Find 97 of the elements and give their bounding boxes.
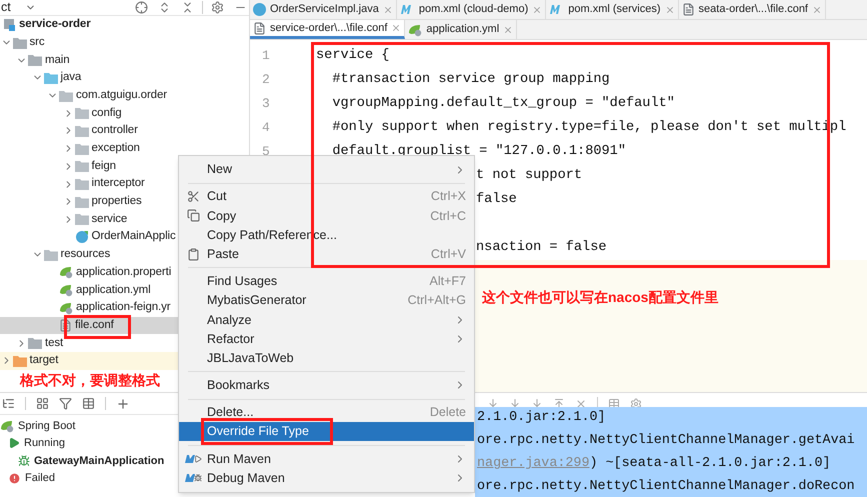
line-number: 5	[261, 143, 271, 162]
close-icon[interactable]	[382, 4, 393, 14]
annotation-text: 这个文件也可以写在nacos配置文件里	[482, 290, 720, 304]
shortcut-label: Delete	[430, 404, 466, 422]
folder-icon	[44, 72, 58, 84]
tree-item[interactable]: exception	[0, 140, 249, 158]
spring-leaf-icon	[59, 265, 73, 280]
run-tree-item[interactable]: Failed	[25, 470, 55, 486]
folder-icon	[74, 213, 88, 226]
line-number: 2	[261, 71, 271, 90]
panel-title: ct	[0, 0, 11, 16]
filter-icon[interactable]	[59, 397, 72, 410]
scissors-icon	[186, 190, 200, 204]
close-icon[interactable]	[503, 24, 514, 34]
spring-leaf-icon	[408, 22, 422, 36]
tree-item[interactable]: java	[0, 69, 249, 87]
menu-item[interactable]: New	[179, 160, 474, 180]
add-icon[interactable]	[116, 396, 130, 410]
file-icon	[59, 319, 72, 332]
close-icon[interactable]	[812, 4, 822, 14]
code-line: default.grouplist = "127.0.0.1:8091"	[331, 142, 626, 161]
close-icon[interactable]	[532, 4, 542, 14]
run-tree-item[interactable]: Running	[24, 435, 65, 452]
spring-leaf-icon	[59, 283, 73, 298]
close-icon[interactable]	[664, 4, 675, 14]
shortcut-label: Alt+F7	[430, 273, 466, 290]
folder-icon	[74, 124, 88, 137]
close-icon[interactable]	[391, 23, 402, 33]
class-icon	[253, 3, 266, 16]
line-number: 1	[261, 47, 271, 66]
menu-item[interactable]: Find Usages Alt+F7	[179, 272, 474, 292]
run-tree-item[interactable]: Spring Boot	[18, 418, 76, 434]
tree-view-icon[interactable]	[2, 397, 15, 410]
menu-item[interactable]: Bookmarks	[179, 376, 474, 396]
spring-leaf-icon	[59, 300, 73, 315]
folder-icon	[74, 160, 88, 172]
highlight-box	[64, 315, 131, 339]
shortcut-label: Ctrl+Alt+G	[408, 292, 466, 310]
code-line: nsaction = false	[476, 238, 607, 257]
code-line: false	[476, 190, 517, 209]
tree-item[interactable]: service-order	[0, 16, 249, 34]
code-line: vgroupMapping.default_tx_group = "default"	[331, 94, 675, 113]
locate-icon[interactable]	[135, 1, 148, 14]
error-icon	[8, 472, 21, 485]
table-icon[interactable]	[608, 398, 620, 410]
maven-debug-icon	[184, 473, 202, 484]
menu-item[interactable]: Paste Ctrl+V	[179, 244, 474, 264]
class-icon	[74, 230, 88, 244]
settings-icon[interactable]	[630, 398, 642, 410]
play-icon	[8, 437, 20, 450]
copy-icon	[186, 209, 200, 222]
arrow-up-icon[interactable]	[553, 398, 565, 410]
tree-item[interactable]: main	[0, 51, 249, 70]
layout-icon[interactable]	[82, 397, 95, 410]
folder-icon	[12, 354, 26, 367]
folder-icon	[28, 54, 42, 66]
line-number: 3	[261, 95, 271, 114]
folder-icon	[74, 107, 88, 120]
run-tree-item[interactable]: GatewayMainApplication	[34, 452, 164, 469]
code-line: #transaction service group mapping	[331, 70, 610, 89]
editor-tab[interactable]: OrderServiceImpl.java	[250, 0, 397, 19]
bug-icon	[18, 454, 30, 467]
menu-item[interactable]: Override File Type	[179, 422, 474, 442]
code-line: service {	[316, 46, 390, 65]
folder-icon	[59, 90, 73, 102]
shortcut-label: Ctrl+X	[430, 188, 466, 206]
shortcut-label: Ctrl+C	[430, 208, 466, 225]
menu-item[interactable]: Copy Ctrl+C	[179, 206, 474, 226]
shortcut-label: Ctrl+V	[430, 246, 466, 263]
line-number: 4	[261, 119, 271, 138]
menu-item[interactable]: MybatisGenerator Ctrl+Alt+G	[179, 291, 474, 310]
folder-icon	[12, 36, 26, 49]
folder-icon	[74, 178, 88, 190]
menu-item[interactable]: Run Maven	[179, 449, 474, 469]
tree-item[interactable]: controller	[0, 122, 249, 140]
editor-tab[interactable]: service-order\...\file.conf	[250, 20, 406, 39]
spring-leaf-icon	[0, 418, 14, 433]
module-icon	[4, 18, 16, 31]
folder-icon	[44, 248, 58, 261]
settings-icon[interactable]	[211, 1, 224, 14]
menu-item[interactable]: Debug Maven	[179, 468, 474, 488]
folder-icon	[28, 337, 42, 350]
maven-run-icon	[184, 454, 202, 464]
file-icon	[682, 3, 695, 16]
tree-item[interactable]: src	[0, 34, 249, 52]
menu-item[interactable]: Delete... Delete	[179, 403, 474, 422]
editor-tab[interactable]: seata-order\...\file.conf	[678, 0, 826, 19]
tree-item[interactable]: config	[0, 104, 249, 122]
code-line: t not support	[476, 166, 582, 185]
menu-item[interactable]: Cut Ctrl+X	[179, 187, 474, 206]
folder-icon	[74, 196, 88, 208]
paste-icon	[186, 248, 200, 261]
tree-item[interactable]: com.atguigu.order	[0, 86, 249, 104]
file-icon	[253, 22, 266, 34]
clear-icon[interactable]	[575, 398, 587, 410]
folder-icon	[74, 142, 88, 155]
group-icon[interactable]	[36, 397, 49, 410]
